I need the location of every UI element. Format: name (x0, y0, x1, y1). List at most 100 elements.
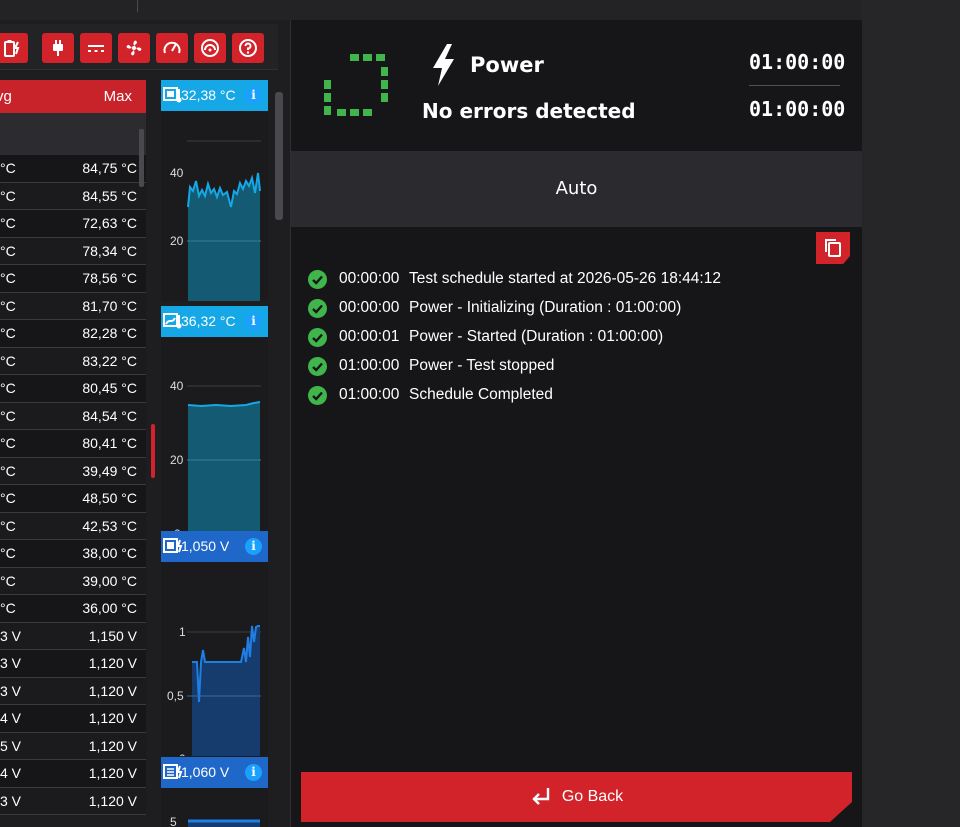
log-text: Power - Test stopped (409, 357, 555, 374)
cell-max: 42,53 °C (82, 517, 137, 534)
cell-avg: °C (0, 517, 16, 534)
log-entry: 00:00:01 Power - Started (Duration : 01:0… (308, 326, 663, 348)
check-circle-icon (308, 356, 327, 376)
cell-max: 1,150 V (88, 627, 137, 644)
log-entry: 00:00:00 Power - Initializing (Duration :… (308, 297, 681, 319)
mini-chart-voltage-1: 1,050 V i 1 0,5 0 (161, 531, 268, 756)
table-row[interactable]: °C 83,22 °C (0, 347, 146, 375)
chart-plot: 1 0,5 0 (161, 562, 268, 756)
table-row[interactable]: °C 84,75 °C (0, 155, 146, 183)
cell-avg: °C (0, 545, 16, 561)
cell-max: 78,56 °C (82, 270, 137, 286)
info-icon[interactable]: i (245, 764, 262, 781)
sensor-group-header (0, 113, 146, 155)
log-time: 00:00:01 (339, 328, 400, 345)
table-row[interactable]: 3 V 1,120 V (0, 650, 146, 678)
cell-avg: °C (0, 297, 16, 314)
dc-power-button[interactable] (80, 33, 112, 63)
cell-avg: °C (0, 572, 16, 589)
table-row[interactable]: °C 78,34 °C (0, 237, 146, 265)
mini-chart-temp-1: 32,38 °C i 40 20 0 (161, 80, 268, 301)
table-row[interactable]: °C 38,00 °C (0, 540, 146, 568)
cell-avg: °C (0, 600, 16, 616)
charts-scrollbar[interactable] (275, 92, 283, 220)
cell-max: 39,00 °C (82, 572, 137, 589)
chart-value: 1,050 V (181, 538, 230, 554)
mini-chart-voltage-2: 1,060 V i 5 (161, 757, 268, 827)
table-row[interactable]: °C 42,53 °C (0, 512, 146, 540)
gauge-button[interactable] (194, 33, 226, 63)
copy-log-button[interactable] (816, 232, 850, 264)
table-row[interactable]: °C 78,56 °C (0, 265, 146, 293)
battery-charge-icon (4, 40, 20, 57)
chart-plot: 40 20 0 (161, 111, 268, 301)
cell-max: 80,45 °C (82, 380, 137, 396)
table-row[interactable]: °C 39,00 °C (0, 567, 146, 595)
app-window: vg Max °C 84,75 °C °C 84,55 °C °C 72,63 °C °C 7… (0, 0, 960, 827)
log-text: Test schedule started at 2026-05-26 18:4… (409, 270, 721, 287)
table-row[interactable]: 3 V 1,150 V (0, 622, 146, 650)
cell-avg: °C (0, 215, 16, 231)
cell-max: 1,120 V (88, 710, 137, 726)
chart-header: 36,32 °C i (161, 306, 268, 337)
log-entry: 00:00:00 Test schedule started at 2026-05… (308, 268, 721, 290)
table-row[interactable]: 3 V 1,120 V (0, 677, 146, 705)
cell-avg: 3 V (0, 627, 22, 644)
chart-header: 1,060 V i (161, 757, 268, 788)
sensor-table-header: vg Max (0, 80, 146, 113)
table-row[interactable]: °C 84,54 °C (0, 402, 146, 430)
cell-max: 48,50 °C (82, 490, 137, 506)
cell-avg: °C (0, 325, 16, 341)
table-row[interactable]: °C 80,41 °C (0, 430, 146, 458)
table-row[interactable]: °C 36,00 °C (0, 595, 146, 623)
y-tick-mid: 0,5 (167, 689, 184, 703)
chart-value: 36,32 °C (181, 313, 236, 329)
table-row[interactable]: °C 81,70 °C (0, 292, 146, 320)
go-back-button[interactable]: Go Back (301, 772, 852, 822)
y-tick-mid: 20 (170, 234, 184, 248)
table-scrollbar[interactable] (139, 129, 144, 187)
battery-charge-button[interactable] (0, 33, 28, 63)
mode-label: Auto (555, 178, 598, 199)
plug-icon (53, 40, 63, 56)
cell-max: 38,00 °C (82, 545, 137, 561)
table-row[interactable]: 3 V 1,120 V (0, 787, 146, 815)
table-row[interactable]: °C 72,63 °C (0, 210, 146, 238)
cell-avg: °C (0, 242, 16, 259)
status-message: No errors detected (422, 99, 636, 123)
table-row[interactable]: 5 V 1,120 V (0, 732, 146, 760)
cell-max: 72,63 °C (82, 215, 137, 231)
cell-max: 36,00 °C (82, 600, 137, 616)
y-tick-mid: 20 (170, 453, 184, 467)
cell-avg: °C (0, 352, 16, 369)
table-row[interactable]: °C 84,55 °C (0, 182, 146, 210)
table-row[interactable]: 4 V 1,120 V (0, 705, 146, 733)
log-time: 01:00:00 (339, 386, 400, 403)
table-row[interactable]: °C 39,49 °C (0, 457, 146, 485)
table-row[interactable]: °C 82,28 °C (0, 320, 146, 348)
column-avg: vg (0, 88, 12, 105)
cell-avg: 4 V (0, 710, 22, 726)
mode-selector[interactable]: Auto (291, 151, 862, 227)
chart-value: 1,060 V (181, 764, 230, 780)
category-toolbar (0, 24, 278, 70)
plug-button[interactable] (42, 33, 74, 63)
table-row[interactable]: °C 48,50 °C (0, 485, 146, 513)
cell-avg: 3 V (0, 655, 22, 671)
speedometer-button[interactable] (156, 33, 188, 63)
log-entry: 01:00:00 Power - Test stopped (308, 355, 554, 377)
cell-max: 1,120 V (88, 682, 137, 699)
table-row[interactable]: °C 80,45 °C (0, 375, 146, 403)
info-icon[interactable]: i (245, 87, 262, 104)
help-button[interactable] (232, 33, 264, 63)
table-row[interactable]: 4 V 1,120 V (0, 760, 146, 788)
y-tick-top: 1 (179, 625, 186, 639)
cell-avg: 3 V (0, 682, 22, 699)
cell-max: 84,55 °C (82, 187, 137, 204)
info-icon[interactable]: i (245, 313, 262, 330)
log-text: Schedule Completed (409, 386, 553, 403)
fan-button[interactable] (118, 33, 150, 63)
info-icon[interactable]: i (245, 538, 262, 555)
lightning-icon (433, 44, 454, 86)
log-text: Power - Started (Duration : 01:00:00) (409, 328, 664, 345)
